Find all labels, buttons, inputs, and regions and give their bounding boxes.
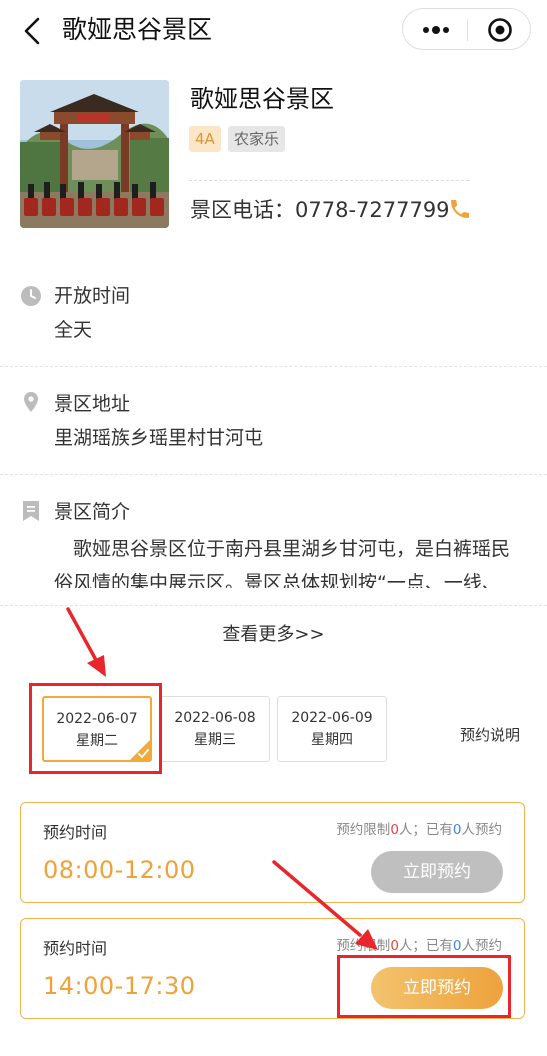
annotation-arrows [66, 607, 378, 950]
